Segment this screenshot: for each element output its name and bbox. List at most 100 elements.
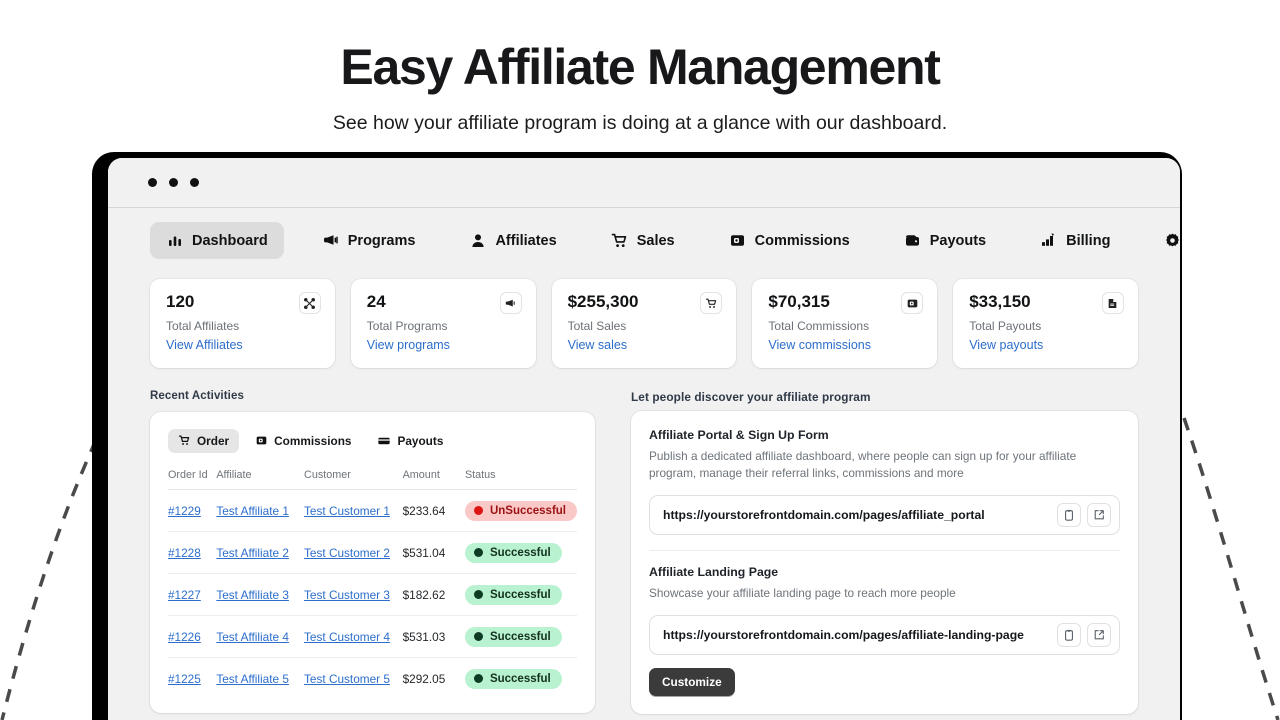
megaphone-icon [500, 292, 522, 314]
stat-value: 120 [166, 293, 319, 312]
amount-value: $182.62 [403, 573, 465, 615]
amount-value: $531.03 [403, 615, 465, 657]
affiliate-link[interactable]: Test Affiliate 2 [216, 546, 289, 560]
table-header-row: Order Id Affiliate Customer Amount Statu… [168, 463, 577, 490]
landing-url-field[interactable]: https://yourstorefrontdomain.com/pages/a… [649, 615, 1120, 655]
copy-icon[interactable] [1057, 623, 1081, 647]
tab-order[interactable]: Order [168, 429, 239, 453]
stat-value: $255,300 [568, 293, 721, 312]
order-id-link[interactable]: #1226 [168, 630, 201, 644]
tab-label: Commissions [274, 434, 351, 448]
nav-item-commissions[interactable]: Commissions [713, 222, 866, 259]
portal-description: Publish a dedicated affiliate dashboard,… [649, 448, 1120, 483]
order-id-link[interactable]: #1227 [168, 588, 201, 602]
bar-chart-icon [166, 232, 183, 249]
stat-value: $33,150 [969, 293, 1122, 312]
affiliate-link[interactable]: Test Affiliate 4 [216, 630, 289, 644]
recent-activities-title: Recent Activities [150, 390, 595, 402]
tab-payouts[interactable]: Payouts [367, 429, 453, 453]
stat-label: Total Commissions [768, 319, 921, 333]
nav-item-affiliates[interactable]: Affiliates [453, 222, 572, 259]
stat-card-total-commissions: $70,315 Total Commissions View commissio… [752, 279, 937, 368]
cart-icon [611, 232, 628, 249]
stat-label: Total Sales [568, 319, 721, 333]
stat-label: Total Payouts [969, 319, 1122, 333]
window-dot-minimize-icon[interactable] [169, 178, 178, 187]
customize-button[interactable]: Customize [649, 668, 735, 696]
column-header-amount: Amount [403, 463, 465, 490]
status-label: Successful [490, 631, 551, 643]
nav-item-dashboard[interactable]: Dashboard [150, 222, 284, 259]
stat-link-view-commissions[interactable]: View commissions [768, 338, 921, 352]
stats-row: 120 Total Affiliates View Affiliates 24 … [108, 271, 1180, 368]
order-id-link[interactable]: #1225 [168, 672, 201, 686]
customer-link[interactable]: Test Customer 5 [304, 672, 390, 686]
nav-item-billing[interactable]: Billing [1024, 222, 1126, 259]
tab-commissions[interactable]: Commissions [245, 429, 361, 453]
nav-item-label: Dashboard [192, 233, 268, 249]
nav-item-label: Commissions [755, 233, 850, 249]
portal-url-field[interactable]: https://yourstorefrontdomain.com/pages/a… [649, 495, 1120, 535]
tab-label: Order [197, 434, 229, 448]
table-row: #1225 Test Affiliate 5 Test Customer 5 $… [168, 657, 577, 699]
amount-value: $531.04 [403, 531, 465, 573]
section-divider [649, 550, 1120, 551]
decorative-dashed-arc-right [1182, 400, 1280, 720]
stat-link-view-programs[interactable]: View programs [367, 338, 520, 352]
page-title: Easy Affiliate Management [0, 42, 1280, 92]
nav-item-settings[interactable]: Settings [1148, 222, 1180, 259]
recent-activities-table: Order Id Affiliate Customer Amount Statu… [168, 463, 577, 699]
window-dot-close-icon[interactable] [148, 178, 157, 187]
portal-heading: Affiliate Portal & Sign Up Form [649, 428, 1120, 442]
order-id-link[interactable]: #1229 [168, 504, 201, 518]
nav-item-programs[interactable]: Programs [306, 222, 432, 259]
copy-icon[interactable] [1057, 503, 1081, 527]
affiliate-link[interactable]: Test Affiliate 5 [216, 672, 289, 686]
stat-label: Total Affiliates [166, 319, 319, 333]
stat-card-total-programs: 24 Total Programs View programs [351, 279, 536, 368]
discover-panel: Affiliate Portal & Sign Up Form Publish … [631, 411, 1138, 714]
table-row: #1226 Test Affiliate 4 Test Customer 4 $… [168, 615, 577, 657]
cart-icon [700, 292, 722, 314]
nav-item-payouts[interactable]: Payouts [888, 222, 1002, 259]
main-navigation: Dashboard Programs Affiliates [108, 208, 1180, 271]
status-label: Successful [490, 547, 551, 559]
status-badge: UnSuccessful [465, 501, 577, 521]
document-icon [1102, 292, 1124, 314]
recent-activities-panel: Order Commissions Payouts [150, 412, 595, 713]
wallet-icon [904, 232, 921, 249]
amount-value: $233.64 [403, 489, 465, 531]
landing-description: Showcase your affiliate landing page to … [649, 585, 1120, 603]
customer-link[interactable]: Test Customer 3 [304, 588, 390, 602]
activities-tabs: Order Commissions Payouts [150, 412, 595, 461]
page-root: Easy Affiliate Management See how your a… [0, 0, 1280, 720]
column-header-customer: Customer [304, 463, 403, 490]
external-link-icon[interactable] [1087, 623, 1111, 647]
customer-link[interactable]: Test Customer 4 [304, 630, 390, 644]
column-header-affiliate: Affiliate [216, 463, 304, 490]
affiliate-link[interactable]: Test Affiliate 3 [216, 588, 289, 602]
stat-card-total-sales: $255,300 Total Sales View sales [552, 279, 737, 368]
stat-label: Total Programs [367, 319, 520, 333]
window-titlebar [108, 158, 1180, 208]
window-dot-maximize-icon[interactable] [190, 178, 199, 187]
stat-link-view-payouts[interactable]: View payouts [969, 338, 1122, 352]
external-link-icon[interactable] [1087, 503, 1111, 527]
hero-section: Easy Affiliate Management See how your a… [0, 0, 1280, 135]
column-header-status: Status [465, 463, 577, 490]
affiliate-link[interactable]: Test Affiliate 1 [216, 504, 289, 518]
tab-label: Payouts [397, 434, 443, 448]
stat-link-view-affiliates[interactable]: View Affiliates [166, 338, 319, 352]
status-dot-icon [474, 506, 483, 515]
order-id-link[interactable]: #1228 [168, 546, 201, 560]
portal-url-value: https://yourstorefrontdomain.com/pages/a… [663, 508, 1051, 522]
chart-up-icon [1040, 232, 1057, 249]
customer-link[interactable]: Test Customer 1 [304, 504, 390, 518]
nav-item-label: Programs [348, 233, 416, 249]
customer-link[interactable]: Test Customer 2 [304, 546, 390, 560]
stat-card-total-affiliates: 120 Total Affiliates View Affiliates [150, 279, 335, 368]
stat-link-view-sales[interactable]: View sales [568, 338, 721, 352]
status-label: Successful [490, 589, 551, 601]
nav-item-sales[interactable]: Sales [595, 222, 691, 259]
laptop-frame: Dashboard Programs Affiliates [92, 152, 1182, 720]
